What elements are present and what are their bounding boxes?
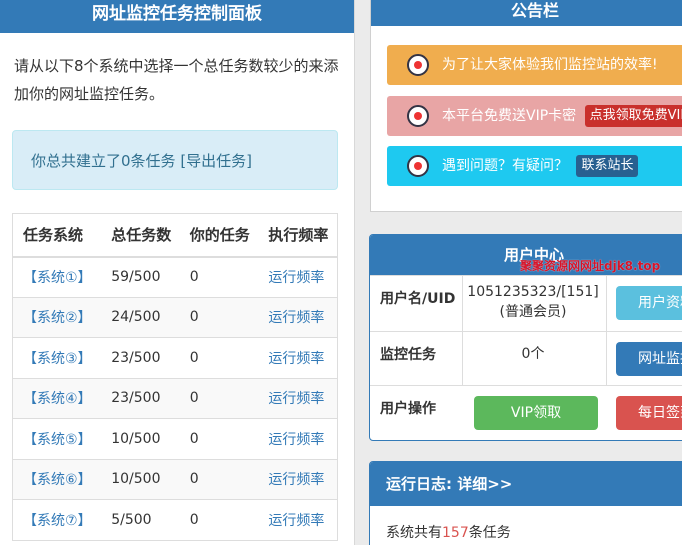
megaphone-icon bbox=[407, 155, 429, 177]
user-profile-button[interactable]: 用户资料 bbox=[616, 286, 682, 320]
frequency-link[interactable]: 运行频率 bbox=[258, 256, 338, 297]
col-header-frequency: 执行频率 bbox=[258, 213, 338, 258]
total-tasks: 23/500 bbox=[101, 337, 180, 378]
task-label: 监控任务 bbox=[380, 347, 436, 363]
frequency-link[interactable]: 运行频率 bbox=[258, 337, 338, 378]
table-row: 【系统①】 59/500 0 运行频率 bbox=[12, 256, 338, 297]
total-tasks: 24/500 bbox=[101, 296, 180, 338]
notice-text: 为了让大家体验我们监控站的效率! bbox=[442, 57, 658, 73]
notice-board: 公告栏 为了让大家体验我们监控站的效率! 本平台免费送VIP卡密 点我领取免费V… bbox=[370, 0, 682, 212]
run-log-summary: 系统共有157条任务 bbox=[370, 506, 682, 545]
panel-title: 网址监控任务控制面板 bbox=[0, 0, 354, 33]
export-tasks-link[interactable]: [导出任务] bbox=[180, 152, 252, 170]
member-level: (普通会员) bbox=[499, 304, 567, 320]
your-tasks: 0 bbox=[179, 296, 259, 338]
table-row: 【系统⑦】 5/500 0 运行频率 bbox=[12, 499, 338, 540]
frequency-link[interactable]: 运行频率 bbox=[258, 418, 338, 459]
your-tasks: 0 bbox=[179, 458, 259, 500]
uid-label: 用户名/UID bbox=[380, 291, 456, 307]
task-count-alert: 你总共建立了0条任务 [导出任务] bbox=[12, 130, 338, 190]
your-tasks: 0 bbox=[179, 377, 259, 419]
system-link[interactable]: 【系统⑤】 bbox=[12, 418, 102, 459]
table-header-row: 任务系统 总任务数 你的任务 执行频率 bbox=[12, 213, 338, 258]
notice-text: 遇到问题？有疑问？ bbox=[442, 158, 568, 174]
ops-label: 用户操作 bbox=[380, 401, 436, 417]
task-control-panel: 网址监控任务控制面板 请从以下8个系统中选择一个总任务数较少的来添加你的网址监控… bbox=[0, 0, 355, 545]
system-link[interactable]: 【系统①】 bbox=[12, 256, 102, 297]
frequency-link[interactable]: 运行频率 bbox=[258, 499, 338, 540]
total-tasks: 10/500 bbox=[101, 418, 180, 459]
notice-item-experience[interactable]: 为了让大家体验我们监控站的效率! bbox=[387, 45, 682, 85]
col-header-total: 总任务数 bbox=[101, 213, 180, 258]
notice-title: 公告栏 bbox=[371, 0, 682, 26]
contact-admin-button[interactable]: 联系站长 bbox=[576, 155, 639, 177]
ops-row: 用户操作 VIP领取 每日签到 bbox=[370, 385, 682, 440]
your-tasks: 0 bbox=[179, 256, 259, 297]
log-prefix: 系统共有 bbox=[386, 525, 442, 541]
system-link[interactable]: 【系统⑥】 bbox=[12, 458, 102, 500]
task-count: 0个 bbox=[521, 346, 545, 362]
total-tasks: 59/500 bbox=[101, 256, 180, 297]
system-table: 任务系统 总任务数 你的任务 执行频率 【系统①】 59/500 0 运行频率 … bbox=[12, 213, 338, 541]
system-link[interactable]: 【系统④】 bbox=[12, 377, 102, 419]
total-tasks: 23/500 bbox=[101, 377, 180, 419]
intro-text: 请从以下8个系统中选择一个总任务数较少的来添加你的网址监控任务。 bbox=[14, 57, 339, 103]
system-link[interactable]: 【系统⑦】 bbox=[12, 499, 102, 540]
frequency-link[interactable]: 运行频率 bbox=[258, 296, 338, 338]
table-row: 【系统⑤】 10/500 0 运行频率 bbox=[12, 418, 338, 459]
notice-text: 本平台免费送VIP卡密 bbox=[442, 108, 577, 124]
uid-value: 1051235323/[151] bbox=[467, 284, 599, 300]
user-center-title: 用户中心 聚聚资源网网址djk8.top bbox=[370, 235, 682, 275]
frequency-link[interactable]: 运行频率 bbox=[258, 458, 338, 500]
user-center: 用户中心 聚聚资源网网址djk8.top 用户名/UID 1051235323/… bbox=[369, 234, 682, 441]
task-total-count: 157 bbox=[442, 525, 469, 541]
your-tasks: 0 bbox=[179, 499, 259, 540]
notice-item-contact: 遇到问题？有疑问？ 联系站长 bbox=[387, 146, 682, 186]
your-tasks: 0 bbox=[179, 337, 259, 378]
total-tasks: 10/500 bbox=[101, 458, 180, 500]
frequency-link[interactable]: 运行频率 bbox=[258, 377, 338, 419]
notice-item-vip: 本平台免费送VIP卡密 点我领取免费VIP bbox=[387, 96, 682, 136]
col-header-yours: 你的任务 bbox=[179, 213, 259, 258]
task-count-text: 你总共建立了0条任务 bbox=[31, 152, 176, 170]
table-row: 【系统③】 23/500 0 运行频率 bbox=[12, 337, 338, 378]
system-link[interactable]: 【系统②】 bbox=[12, 296, 102, 338]
table-row: 【系统④】 23/500 0 运行频率 bbox=[12, 377, 338, 419]
table-row: 【系统⑥】 10/500 0 运行频率 bbox=[12, 458, 338, 500]
daily-signin-button[interactable]: 每日签到 bbox=[616, 396, 682, 430]
system-link[interactable]: 【系统③】 bbox=[12, 337, 102, 378]
col-header-system: 任务系统 bbox=[12, 213, 102, 258]
your-tasks: 0 bbox=[179, 418, 259, 459]
watermark-text: 聚聚资源网网址djk8.top bbox=[520, 259, 661, 273]
megaphone-icon bbox=[407, 54, 429, 76]
run-log-title[interactable]: 运行日志: 详细>> bbox=[370, 462, 682, 506]
uid-row: 用户名/UID 1051235323/[151] (普通会员) 用户资料 bbox=[370, 275, 682, 331]
claim-vip-button[interactable]: 点我领取免费VIP bbox=[584, 105, 682, 127]
vip-claim-button[interactable]: VIP领取 bbox=[474, 396, 598, 430]
total-tasks: 5/500 bbox=[101, 499, 180, 540]
table-row: 【系统②】 24/500 0 运行频率 bbox=[12, 296, 338, 338]
url-monitor-button[interactable]: 网址监控 bbox=[616, 342, 682, 376]
run-log-panel: 运行日志: 详细>> 系统共有157条任务 bbox=[369, 461, 682, 545]
megaphone-icon bbox=[407, 105, 429, 127]
task-row: 监控任务 0个 网址监控 bbox=[370, 331, 682, 385]
log-suffix: 条任务 bbox=[468, 525, 511, 541]
